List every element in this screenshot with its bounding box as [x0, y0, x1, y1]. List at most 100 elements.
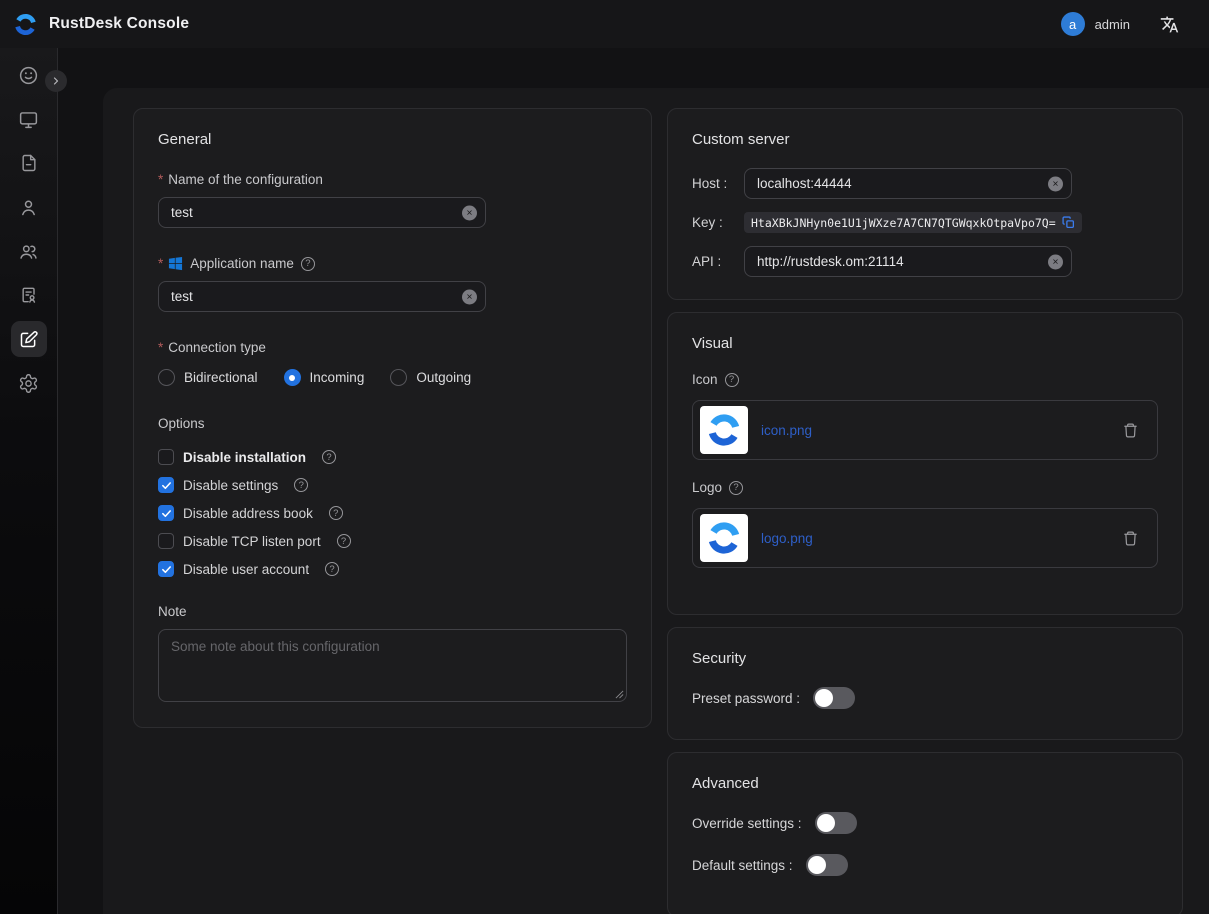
visual-title: Visual [692, 335, 1158, 352]
api-label: API : [692, 254, 744, 269]
settings-gear-icon [18, 373, 39, 394]
note-textarea[interactable] [158, 629, 627, 702]
main-panel: General * Name of the configuration ✕ * [103, 88, 1209, 914]
user-icon [18, 197, 39, 218]
sidebar-item-users[interactable] [11, 189, 47, 225]
trash-icon[interactable] [1122, 422, 1139, 439]
preset-password-row: Preset password : [692, 687, 1158, 709]
smile-icon [18, 65, 39, 86]
checkbox-icon[interactable] [158, 477, 174, 493]
advanced-card: Advanced Override settings : Default set… [667, 752, 1183, 914]
config-name-label: * Name of the configuration [158, 172, 627, 187]
chevron-right-icon [50, 75, 62, 87]
default-settings-label: Default settings : [692, 858, 793, 873]
option-disable-address-book[interactable]: Disable address book ? [158, 502, 627, 524]
custom-server-card: Custom server Host : ✕ Key : HtaXBkJNHyn… [667, 108, 1183, 300]
radio-icon[interactable] [284, 369, 301, 386]
users-icon [18, 241, 39, 262]
windows-icon [168, 256, 183, 271]
icon-thumbnail [700, 406, 748, 454]
preset-password-label: Preset password : [692, 691, 800, 706]
sidebar-item-smile[interactable] [11, 57, 47, 93]
sidebar-item-documents[interactable] [11, 145, 47, 181]
trash-icon[interactable] [1122, 530, 1139, 547]
help-icon[interactable]: ? [725, 373, 739, 387]
monitor-icon [18, 109, 39, 130]
app-name-label: * Application name ? [158, 256, 627, 271]
config-name-input[interactable] [158, 197, 486, 228]
logo-file-row: logo.png [692, 508, 1158, 568]
checkbox-icon[interactable] [158, 505, 174, 521]
option-disable-installation[interactable]: Disable installation ? [158, 446, 627, 468]
help-icon[interactable]: ? [322, 450, 336, 464]
brand: RustDesk Console [12, 11, 189, 38]
rustdesk-logo-icon [704, 518, 744, 558]
clear-icon[interactable]: ✕ [1048, 176, 1063, 191]
checkbox-icon[interactable] [158, 449, 174, 465]
copy-icon[interactable] [1062, 216, 1075, 229]
host-label: Host : [692, 176, 744, 191]
advanced-title: Advanced [692, 775, 1158, 792]
topbar-right: a admin [1061, 12, 1179, 36]
api-input[interactable] [744, 246, 1072, 277]
content-area: General * Name of the configuration ✕ * [58, 48, 1209, 914]
icon-label: Icon ? [692, 372, 1158, 387]
general-title: General [158, 131, 627, 148]
option-disable-user-account[interactable]: Disable user account ? [158, 558, 627, 580]
override-settings-label: Override settings : [692, 816, 802, 831]
checkbox-icon[interactable] [158, 561, 174, 577]
radio-bidirectional[interactable]: Bidirectional [158, 369, 258, 386]
username[interactable]: admin [1095, 17, 1130, 32]
radio-icon[interactable] [158, 369, 175, 386]
required-asterisk: * [158, 172, 163, 187]
connection-type-label: * Connection type [158, 340, 627, 355]
default-settings-toggle[interactable] [806, 854, 848, 876]
clear-icon[interactable]: ✕ [462, 205, 477, 220]
icon-file-row: icon.png [692, 400, 1158, 460]
radio-incoming[interactable]: Incoming [284, 369, 365, 386]
rustdesk-logo-icon [704, 410, 744, 450]
app-title: RustDesk Console [49, 15, 189, 33]
custom-server-title: Custom server [692, 131, 1158, 148]
translate-icon[interactable] [1160, 15, 1179, 34]
key-label: Key : [692, 215, 744, 230]
override-settings-toggle[interactable] [815, 812, 857, 834]
sidebar-item-groups[interactable] [11, 233, 47, 269]
checkbox-icon[interactable] [158, 533, 174, 549]
radio-icon[interactable] [390, 369, 407, 386]
note-label: Note [158, 604, 627, 619]
help-icon[interactable]: ? [337, 534, 351, 548]
radio-outgoing[interactable]: Outgoing [390, 369, 471, 386]
app-name-input[interactable] [158, 281, 486, 312]
sidebar-item-custom-client[interactable] [11, 321, 47, 357]
sidebar-expand-button[interactable] [45, 70, 67, 92]
user-avatar[interactable]: a [1061, 12, 1085, 36]
options-label: Options [158, 416, 627, 431]
sidebar-item-settings[interactable] [11, 365, 47, 401]
help-icon[interactable]: ? [329, 506, 343, 520]
host-input[interactable] [744, 168, 1072, 199]
help-icon[interactable]: ? [301, 257, 315, 271]
rustdesk-logo-icon [12, 11, 39, 38]
override-settings-row: Override settings : [692, 812, 1158, 834]
visual-card: Visual Icon ? icon.png [667, 312, 1183, 615]
logo-label: Logo ? [692, 480, 1158, 495]
option-disable-tcp-listen-port[interactable]: Disable TCP listen port ? [158, 530, 627, 552]
edit-config-icon [18, 329, 39, 350]
security-title: Security [692, 650, 1158, 667]
clear-icon[interactable]: ✕ [462, 289, 477, 304]
logo-file-link[interactable]: logo.png [761, 531, 813, 546]
sidebar-item-audit[interactable] [11, 277, 47, 313]
help-icon[interactable]: ? [294, 478, 308, 492]
help-icon[interactable]: ? [729, 481, 743, 495]
default-settings-row: Default settings : [692, 854, 1158, 876]
help-icon[interactable]: ? [325, 562, 339, 576]
general-card: General * Name of the configuration ✕ * [133, 108, 652, 728]
required-asterisk: * [158, 340, 163, 355]
required-asterisk: * [158, 256, 163, 271]
clear-icon[interactable]: ✕ [1048, 254, 1063, 269]
option-disable-settings[interactable]: Disable settings ? [158, 474, 627, 496]
icon-file-link[interactable]: icon.png [761, 423, 812, 438]
sidebar-item-devices[interactable] [11, 101, 47, 137]
preset-password-toggle[interactable] [813, 687, 855, 709]
